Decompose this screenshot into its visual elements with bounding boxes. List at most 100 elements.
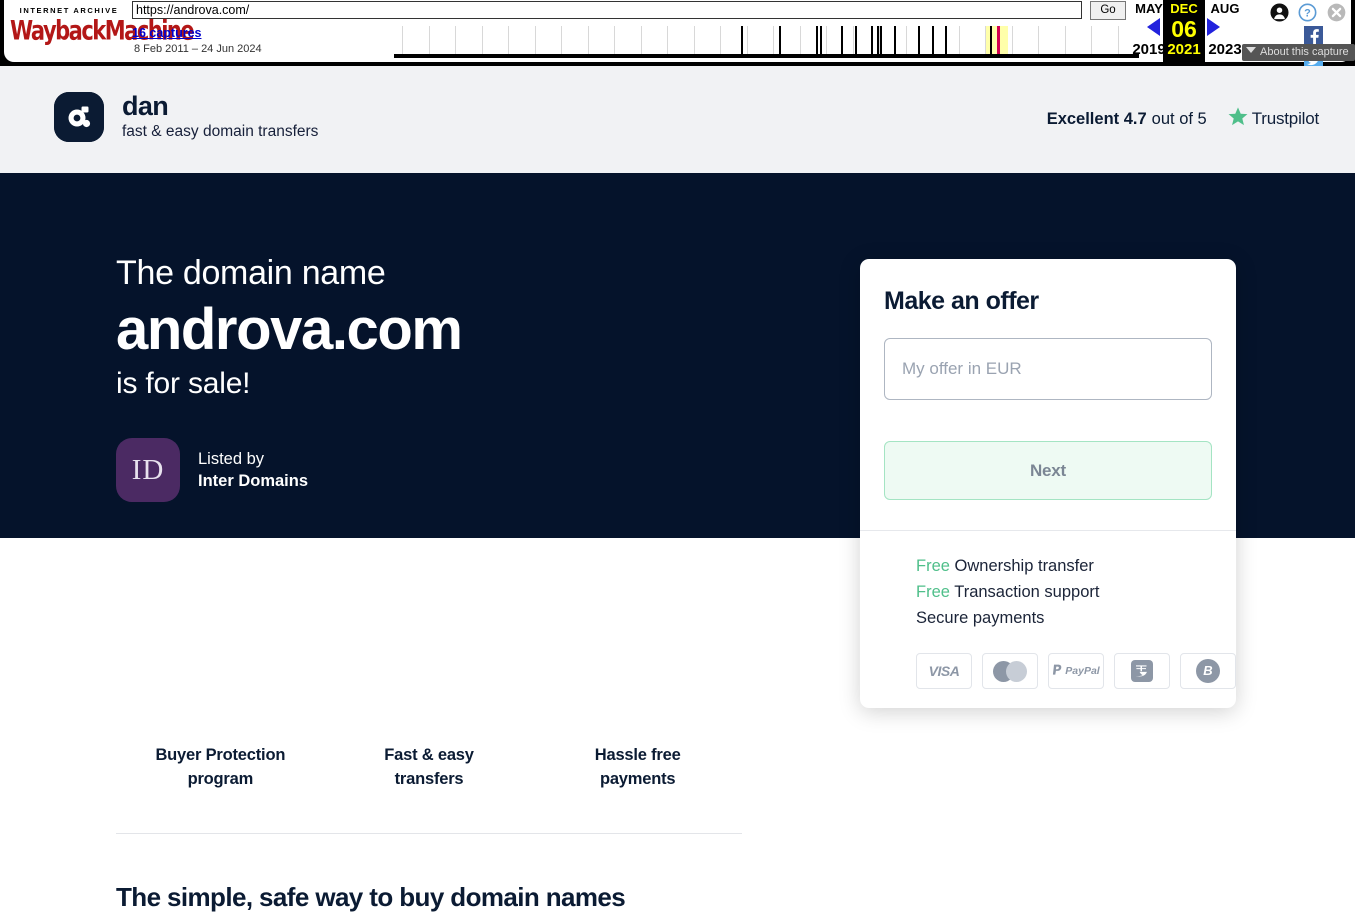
timeline-tick [587,26,589,54]
perks-list: Free Ownership transfer Free Transaction… [860,531,1236,631]
paypal-icon: PayPal [1048,653,1104,689]
trustpilot-rating[interactable]: Excellent 4.7 out of 5 Trustpilot [1047,106,1319,132]
perk-text: Transaction support [954,583,1100,601]
dan-logo-icon [54,91,104,142]
prev-capture-arrow-icon[interactable] [1147,18,1160,36]
alipay-icon [1114,653,1170,689]
brand-name: dan [122,91,169,121]
timeline-tick [402,26,403,54]
timeline-capture-marker[interactable] [816,26,819,54]
timeline-tick [561,26,562,54]
feature-title-line1: Hassle free [594,746,681,764]
offer-amount-input[interactable] [884,338,1212,400]
wayback-machine-wordmark: WaybackMachine [10,15,195,46]
visa-icon: VISA [916,653,972,689]
next-capture-arrow-icon[interactable] [1207,18,1220,36]
chevron-down-icon [1246,47,1256,53]
timeline-tick [534,26,536,54]
wayback-captures-link[interactable]: 16 captures [132,26,201,40]
paypal-label: PayPal [1065,665,1100,677]
feature-title-line1: Fast & easy [384,746,474,764]
timeline-tick [614,26,615,54]
about-this-capture-button[interactable]: About this capture [1242,44,1355,61]
wayback-current-capture: DEC 06 2021 [1163,0,1205,62]
timeline-tick [1117,26,1119,54]
timeline-capture-marker[interactable] [855,26,858,54]
rating-outof: out of 5 [1151,109,1207,128]
timeline-capture-marker[interactable] [741,26,744,54]
brand-logo[interactable]: dan fast & easy domain transfers [54,91,318,142]
timeline-capture-marker[interactable] [820,26,823,54]
timeline-capture-marker[interactable] [876,26,879,54]
brand-tagline: fast & easy domain transfers [122,123,319,140]
next-capture-year: 2023 [1208,41,1242,58]
wayback-go-button[interactable]: Go [1090,1,1126,20]
wayback-machine-toolbar: INTERNET ARCHIVE WaybackMachine Go 16 ca… [0,0,1355,69]
timeline-capture-marker[interactable] [870,26,873,54]
current-capture-year: 2021 [1167,41,1201,58]
section-heading: The simple, safe way to buy domain names [116,882,626,912]
hero-line-3: is for sale! [116,367,251,400]
next-button[interactable]: Next [884,441,1212,500]
trustpilot-star-icon [1227,106,1249,132]
timeline-capture-marker[interactable] [841,26,843,54]
hero-headline: The domain name androva.com is for sale! [116,251,463,405]
timeline-tick [1038,26,1039,54]
wayback-toolbar-icons: ? [1270,3,1351,22]
perk-free-label: Free [916,583,950,601]
timeline-tick [1011,26,1013,54]
make-an-offer-card: Make an offer Next Free Ownership transf… [860,259,1236,708]
timeline-capture-marker[interactable] [779,26,782,54]
trustpilot-name: Trustpilot [1251,109,1319,128]
svg-text:?: ? [1305,8,1312,20]
account-icon[interactable] [1270,3,1289,22]
timeline-tick [958,26,960,54]
seller-avatar: ID [116,438,180,502]
timeline-capture-marker[interactable] [918,26,921,54]
timeline-tick [508,26,509,54]
perk-text: Ownership transfer [954,557,1094,575]
section-divider [116,833,742,834]
wayback-capture-timeline[interactable] [394,26,1139,58]
hero-line-1: The domain name [116,254,386,292]
timeline-tick [428,26,430,54]
feature-fast-easy-transfers: Fast & easy transfers [325,743,534,791]
timeline-capture-marker[interactable] [931,26,934,54]
feature-hassle-free-payments: Hassle free payments [533,743,742,791]
timeline-tick [746,26,748,54]
bitcoin-label: B [1196,659,1220,683]
next-capture-month: AUG [1210,1,1240,16]
wayback-url-row [132,1,1082,19]
timeline-tick [720,26,721,54]
timeline-tick [1091,26,1092,54]
perk-free-label: Free [916,557,950,575]
mastercard-circles [993,660,1027,682]
timeline-current-marker [997,26,1001,54]
brand-text: dan fast & easy domain transfers [122,91,318,142]
trustpilot-logo: Trustpilot [1227,106,1319,132]
wayback-url-input[interactable] [132,1,1082,19]
help-icon[interactable]: ? [1298,3,1317,22]
features-row: Buyer Protection program Fast & easy tra… [116,743,742,791]
timeline-tick [455,26,456,54]
timeline-tick [826,26,827,54]
hero-domain-name: androva.com [116,297,463,362]
close-icon[interactable] [1327,3,1346,22]
seller-info: Listed by Inter Domains [198,448,308,492]
timeline-capture-marker[interactable] [893,26,896,54]
timeline-capture-marker[interactable] [945,26,948,54]
timeline-capture-marker[interactable] [880,26,883,54]
timeline-tick [481,26,483,54]
site-header: dan fast & easy domain transfers Excelle… [0,66,1355,173]
about-this-capture-label: About this capture [1260,46,1349,58]
listed-by-label: Listed by [198,450,265,468]
timeline-tick [799,26,801,54]
visa-label: VISA [928,663,960,679]
facebook-icon[interactable] [1304,26,1323,45]
wayback-date-range: 8 Feb 2011 – 24 Jun 2024 [134,43,262,55]
current-capture-month: DEC [1170,1,1198,16]
payment-methods: VISA PayPal B [860,631,1236,689]
timeline-capture-marker[interactable] [990,26,992,54]
wayback-machine-logo[interactable]: INTERNET ARCHIVE WaybackMachine [10,4,195,46]
feature-title-line1: Buyer Protection [155,746,286,764]
